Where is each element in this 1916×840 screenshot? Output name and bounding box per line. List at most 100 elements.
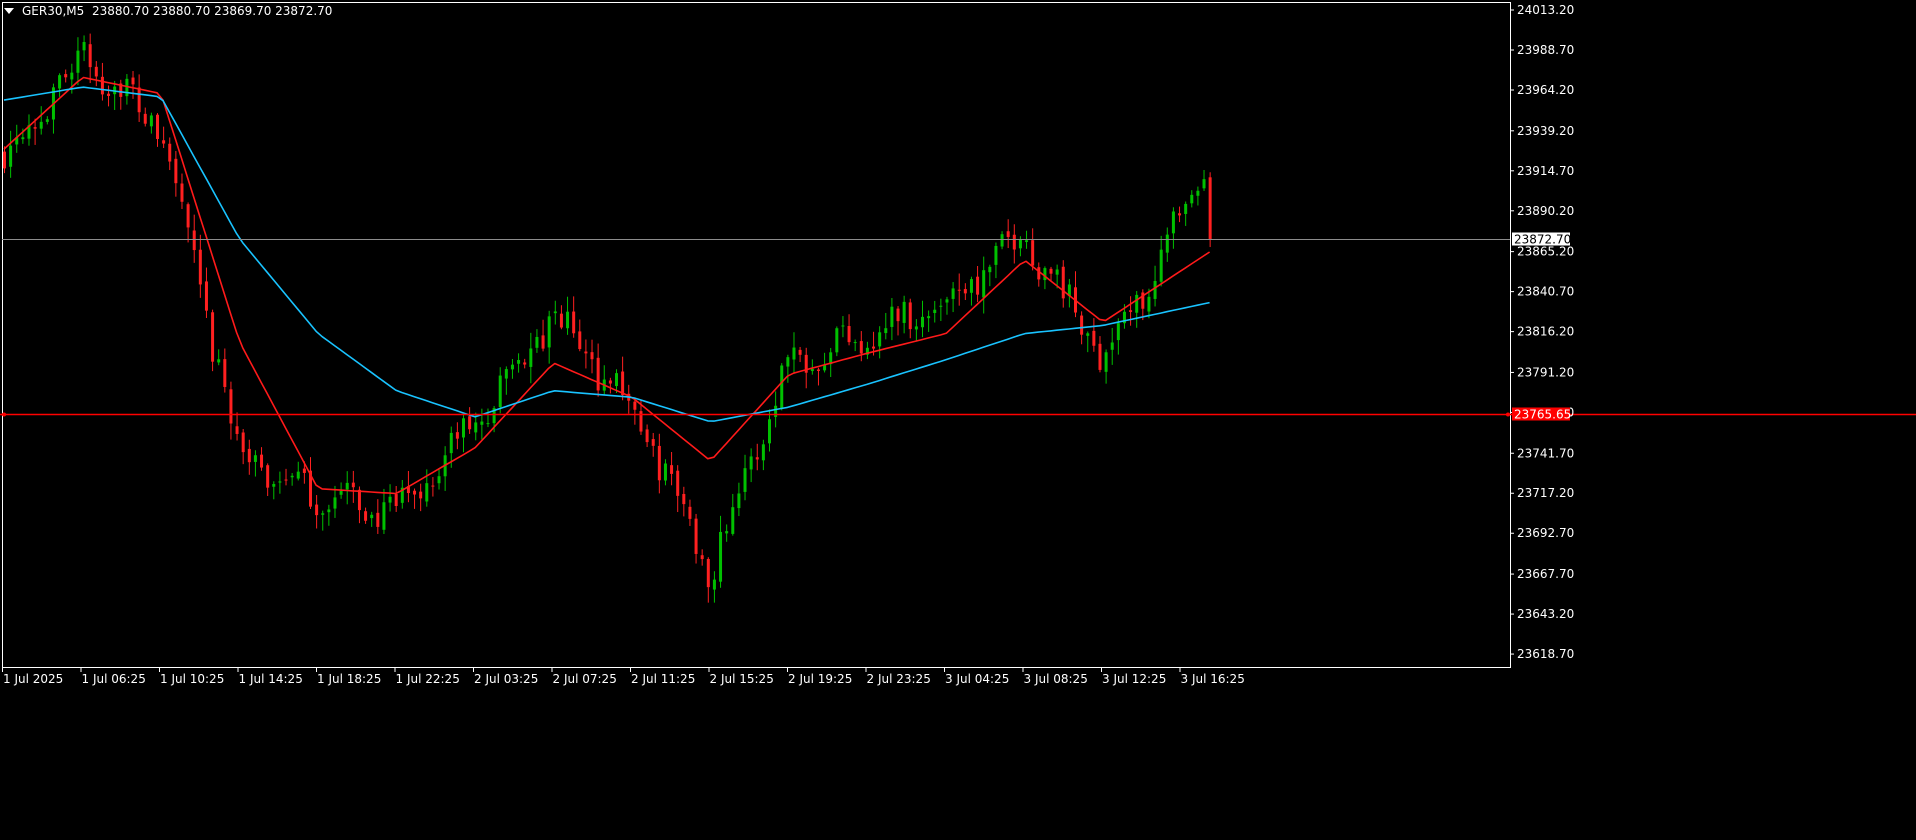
candle-bull <box>890 306 894 327</box>
candle-bull <box>725 531 729 534</box>
x-tick-label: 1 Jul 2025 <box>3 672 63 686</box>
candle-bull <box>474 422 478 433</box>
candle-bear <box>682 493 686 505</box>
candle-bull <box>1135 294 1139 313</box>
candle-bull <box>425 483 429 502</box>
candle-bull <box>743 468 747 492</box>
candle-bull <box>1184 203 1188 214</box>
y-tick-label: 23667.70 <box>1517 567 1574 581</box>
candle-bull <box>333 497 337 509</box>
candle-bear <box>204 281 208 311</box>
y-tick-label: 23741.70 <box>1517 446 1574 460</box>
candle-bull <box>510 364 514 370</box>
candle-bear <box>1031 240 1035 266</box>
candle-bull <box>712 579 716 590</box>
x-tick-label: 3 Jul 08:25 <box>1024 672 1088 686</box>
candle-bear <box>896 308 900 322</box>
candle-bear <box>229 389 233 424</box>
candle-bear <box>64 74 68 78</box>
candle-bull <box>792 347 796 360</box>
candle-bull <box>902 301 906 323</box>
candle-bear <box>260 454 264 468</box>
collapse-triangle-icon[interactable] <box>4 8 14 14</box>
level-anchor-left[interactable] <box>2 412 6 417</box>
candle-bear <box>578 331 582 350</box>
candle-bear <box>94 66 98 77</box>
price-chart[interactable]: 24013.20 23988.70 23964.20 23939.20 23914.70… <box>0 0 1916 840</box>
candle-bull <box>1110 342 1114 350</box>
candle-bear <box>33 127 37 129</box>
candle-bull <box>749 456 753 470</box>
x-tick-label: 2 Jul 11:25 <box>631 672 695 686</box>
candle-bear <box>168 143 172 162</box>
candle-bull <box>1104 352 1108 372</box>
candle-bear <box>143 113 147 124</box>
candle-bull <box>45 119 49 122</box>
plot-frame <box>2 2 1511 668</box>
candle-bull <box>780 365 784 409</box>
x-tick-label: 1 Jul 22:25 <box>396 672 460 686</box>
candle-bull <box>719 531 723 582</box>
candle-bear <box>468 416 472 430</box>
candle-bull <box>388 496 392 503</box>
level-anchor-right[interactable] <box>1506 412 1510 417</box>
candle-bear <box>1092 330 1096 346</box>
candle-bull <box>290 475 294 478</box>
candle-bull <box>1159 249 1163 282</box>
candle-bear <box>192 230 196 251</box>
candle-bull <box>921 316 924 328</box>
y-tick-label: 23964.20 <box>1517 83 1574 97</box>
chart-header: GER30,M5 23880.70 23880.70 23869.70 2387… <box>4 3 332 19</box>
candle-bull <box>1171 211 1175 234</box>
candle-bear <box>394 494 398 507</box>
candle-bear <box>180 183 184 202</box>
candle-bear <box>174 158 178 184</box>
candle-bull <box>1116 323 1120 341</box>
y-tick-label: 23643.20 <box>1517 607 1574 621</box>
candle-bear <box>608 380 612 384</box>
candle-bear <box>688 506 692 519</box>
candle-bull <box>339 490 343 495</box>
x-tick-label: 1 Jul 06:25 <box>82 672 146 686</box>
candle-bear <box>223 359 227 387</box>
y-tick-label: 23865.20 <box>1517 245 1574 259</box>
candle-bull <box>480 421 484 425</box>
y-tick-label: 23840.70 <box>1517 285 1574 299</box>
candle-bull <box>504 369 508 379</box>
candle-bear <box>1037 267 1041 280</box>
candle-bear <box>419 491 423 499</box>
candle-bull <box>1202 179 1206 189</box>
candle-bull <box>994 245 998 265</box>
x-tick-label: 3 Jul 16:25 <box>1181 672 1245 686</box>
candle-bull <box>321 513 325 515</box>
candle-bull <box>1025 240 1029 242</box>
candle-bear <box>137 87 141 113</box>
candle-bear <box>523 362 527 365</box>
candle-bear <box>198 249 202 285</box>
candle-bear <box>376 512 380 527</box>
candle-bull <box>841 325 845 327</box>
candle-bull <box>988 266 992 273</box>
candle-bull <box>547 316 551 348</box>
candle-bull <box>345 482 349 490</box>
candle-bull <box>768 419 771 444</box>
candle-bull <box>296 471 300 479</box>
candle-bull <box>217 359 221 363</box>
candle-bull <box>927 316 931 319</box>
y-tick-label: 23618.70 <box>1517 647 1574 661</box>
candle-bear <box>596 357 600 391</box>
ohlc-values: 23880.70 23880.70 23869.70 23872.70 <box>91 4 333 18</box>
x-tick-label: 2 Jul 03:25 <box>474 672 538 686</box>
candle-bear <box>1080 315 1084 335</box>
candle-bear <box>1006 231 1010 237</box>
candle-bear <box>284 479 288 481</box>
candle-bull <box>982 270 986 298</box>
candle-bull <box>1153 280 1157 299</box>
candle-bull <box>761 444 765 461</box>
candle-bull <box>370 514 374 519</box>
candle-bull <box>1000 234 1004 247</box>
candle-bull <box>9 145 13 167</box>
candle-bear <box>621 371 625 396</box>
chart-window[interactable]: 24013.20 23988.70 23964.20 23939.20 23914.70… <box>0 0 1916 840</box>
candle-bull <box>878 332 882 347</box>
